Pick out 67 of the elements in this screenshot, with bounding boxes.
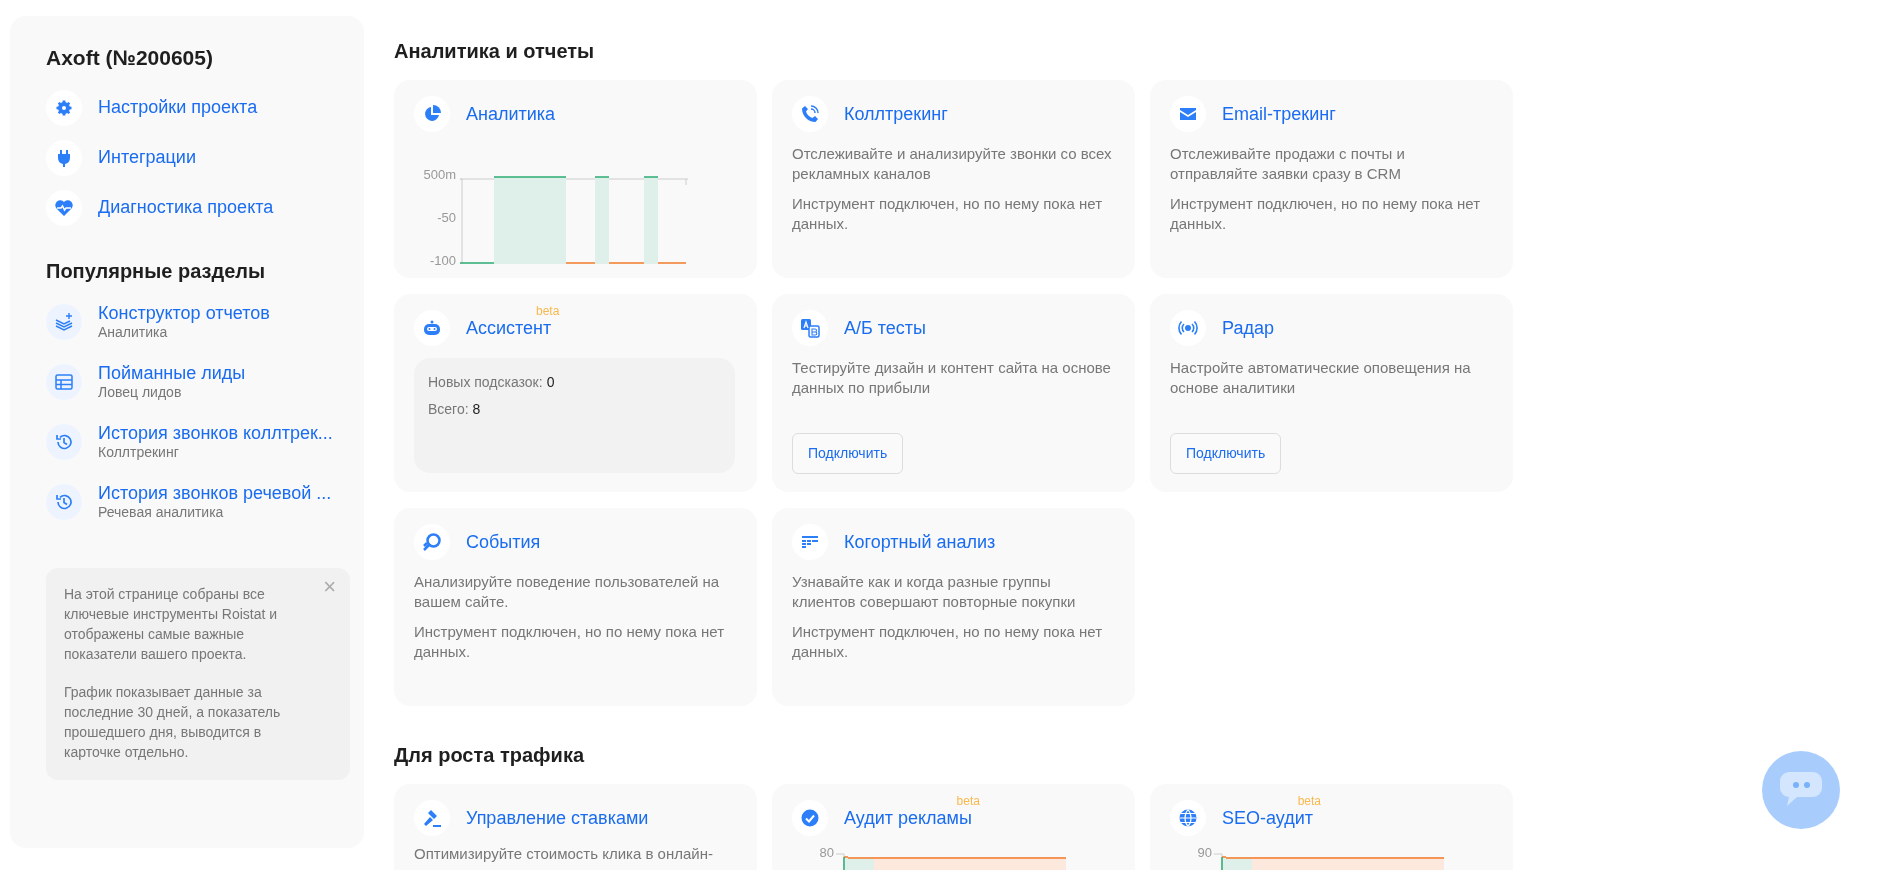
card-title[interactable]: Радар — [1222, 317, 1274, 338]
card-description: Узнавайте как и когда разные группы клиентов совершают повторные покупки — [792, 572, 1077, 612]
popular-section-link[interactable]: Пойманные лиды Ловец лидов — [46, 361, 338, 402]
card-title[interactable]: Email-трекинг — [1222, 103, 1336, 124]
link-title[interactable]: История звонков коллтрек... — [98, 421, 333, 444]
link-title[interactable]: История звонков речевой ... — [98, 481, 332, 504]
popular-section-link[interactable]: История звонков речевой ... Речевая аналитика — [46, 481, 338, 522]
stat-value: 8 — [472, 400, 481, 419]
robot-icon — [422, 318, 442, 338]
card-title[interactable]: Аналитика — [466, 103, 556, 124]
beta-label: beta — [535, 302, 560, 320]
project-title: Axoft (№200605) — [46, 45, 214, 71]
card-title[interactable]: Когортный анализ — [844, 531, 996, 552]
link-title[interactable]: Конструктор отчетов — [98, 301, 270, 324]
stat-value: 0 — [546, 373, 555, 392]
popular-section-link[interactable]: История звонков коллтрек... Коллтрекинг — [46, 421, 338, 462]
axis-tick-label: 500m — [423, 168, 456, 182]
info-text: График показывает данные за последние 30 дней, а показатель прошедшего дня, выводится в карточке отдельно. — [64, 682, 282, 762]
link-subtitle: Ловец лидов — [98, 384, 183, 402]
card-description: Настройте автоматические оповещения на основе аналитики — [1170, 358, 1472, 398]
beta-label: beta — [1297, 792, 1322, 810]
section-heading: Популярные разделы — [46, 258, 267, 284]
phone-call-icon — [800, 104, 820, 124]
card-status-text: Инструмент подключен, но по нему пока нет данных. — [1170, 194, 1482, 234]
layers-plus-icon — [54, 311, 74, 332]
axis-tick-label: -100 — [429, 254, 456, 268]
card-title[interactable]: Ассистент — [466, 317, 552, 338]
sidebar-link[interactable]: Интеграции — [46, 139, 338, 176]
card-title[interactable]: Аудит рекламы — [844, 807, 972, 828]
pie-chart-icon — [422, 104, 442, 124]
card-title[interactable]: События — [466, 531, 541, 552]
card-description: Отслеживайте и анализируйте звонки со всех рекламных каналов — [792, 144, 1113, 184]
card-description: Тестируйте дизайн и контент сайта на основе данных по прибыли — [792, 358, 1112, 398]
connect-button[interactable]: Подключить — [792, 433, 904, 474]
globe-icon — [1178, 808, 1198, 828]
sidebar-link[interactable]: Настройки проекта — [46, 89, 338, 126]
axis-tick-label: 80 — [819, 846, 834, 860]
section-heading: Аналитика и отчеты — [394, 39, 596, 64]
stat-label: Всего: — [428, 400, 469, 419]
link-subtitle: Аналитика — [98, 324, 169, 342]
axis-tick-label: -50 — [437, 211, 456, 225]
info-text: На этой странице собраны все ключевые инструменты Roistat и отображены самые важные показатели вашего проекта. — [64, 584, 279, 664]
beta-label: beta — [956, 792, 980, 810]
link-subtitle: Речевая аналитика — [98, 504, 225, 522]
axis-tick-label: 90 — [1197, 846, 1212, 860]
popular-section-link[interactable]: Конструктор отчетов Аналитика — [46, 301, 338, 342]
link-title[interactable]: Пойманные лиды — [98, 361, 246, 384]
section-heading: Для роста трафика — [394, 743, 586, 768]
card-title[interactable]: SEO-аудит — [1222, 807, 1314, 828]
translate-letters-icon — [800, 318, 820, 338]
card-description: Анализируйте поведение пользователей на вашем сайте. — [414, 572, 721, 612]
card-status-text: Инструмент подключен, но по нему пока нет данных. — [792, 622, 1104, 662]
stat-label: Новых подсказок: — [428, 373, 543, 392]
link-subtitle: Коллтрекинг — [98, 444, 180, 462]
connect-button[interactable]: Подключить — [1170, 433, 1282, 474]
sidebar-link[interactable]: Диагностика проекта — [46, 189, 338, 226]
card-status-text: Инструмент подключен, но по нему пока нет данных. — [414, 622, 726, 662]
card-description: Отслеживайте продажи с почты и отправляйте заявки сразу в CRM — [1170, 144, 1406, 184]
table-icon — [54, 371, 74, 392]
card-status-text: Инструмент подключен, но по нему пока нет данных. — [792, 194, 1104, 234]
check-circle-icon — [800, 808, 820, 828]
gavel-icon — [422, 808, 442, 828]
card-description: Оптимизируйте стоимость клика в онлайн- — [414, 844, 714, 864]
heart-pulse-icon — [54, 197, 74, 218]
card-title[interactable]: Коллтрекинг — [844, 103, 948, 124]
card-title[interactable]: А/Б тесты — [844, 317, 927, 338]
card-title[interactable]: Управление ставками — [466, 807, 649, 828]
